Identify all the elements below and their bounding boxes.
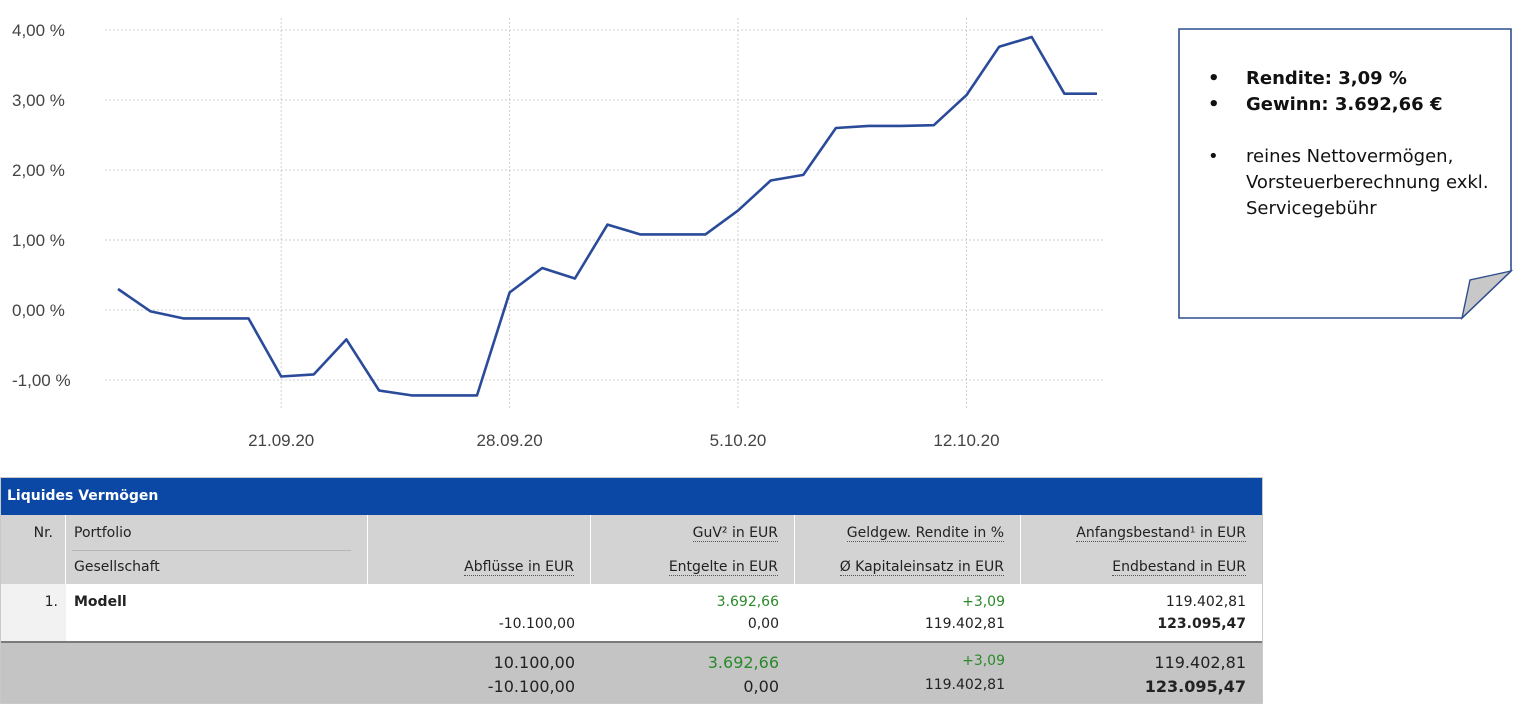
row-pnl: 3.692,66 xyxy=(716,594,779,610)
y-tick-label: 1,00 % xyxy=(12,231,65,250)
header-company-label[interactable]: Gesellschaft xyxy=(74,559,160,575)
cell-nr: 1. xyxy=(1,584,66,641)
summary-start: 119.402,81 xyxy=(1154,653,1246,672)
header-return: Geldgew. Rendite in % Ø Kapitaleinsatz i… xyxy=(795,515,1021,584)
table-title: Liquides Vermögen xyxy=(1,478,1262,515)
table-row[interactable]: 1. Modell -10.100,00 3.692,66 0,00 +3,09… xyxy=(1,584,1262,641)
row-start: 119.402,81 xyxy=(1165,594,1246,610)
y-tick-label: -1,00 % xyxy=(12,371,71,390)
header-balance: Anfangsbestand¹ in EUR Endbestand in EUR xyxy=(1021,515,1262,584)
cell-return: +3,09 119.402,81 xyxy=(795,584,1021,641)
summary-spacer xyxy=(1,643,368,703)
row-nr: 1. xyxy=(44,594,58,610)
summary-pnl-cell: 3.692,66 0,00 xyxy=(591,643,795,703)
row-fees: 0,00 xyxy=(747,616,779,632)
return-line-chart: 4,00 % 3,00 % 2,00 % 1,00 % 0,00 % -1,00 % 21… xyxy=(12,18,1105,450)
cell-portfolio: Modell xyxy=(66,584,368,641)
note-profit: Gewinn: 3.692,66 € xyxy=(1208,92,1498,118)
summary-capital: 119.402,81 xyxy=(924,677,1005,693)
liquid-assets-table: Liquides Vermögen Nr. Portfolio Gesellsc… xyxy=(0,477,1263,704)
table-header: Nr. Portfolio Gesellschaft Abflüsse in E… xyxy=(1,515,1262,584)
table-summary-row: 10.100,00 -10.100,00 3.692,66 0,00 +3,09… xyxy=(1,641,1262,703)
x-axis-ticks: 21.09.20 28.09.20 5.10.20 12.10.20 xyxy=(248,431,999,450)
y-axis-ticks: 4,00 % 3,00 % 2,00 % 1,00 % 0,00 % -1,00 % xyxy=(12,21,71,390)
header-start-label[interactable]: Anfangsbestand¹ in EUR xyxy=(1076,525,1246,542)
summary-inflows: 10.100,00 xyxy=(493,653,575,672)
x-tick-label: 21.09.20 xyxy=(248,431,314,450)
x-tick-label: 28.09.20 xyxy=(477,431,543,450)
header-capital-label[interactable]: Ø Kapitaleinsatz in EUR xyxy=(839,559,1004,576)
y-tick-label: 4,00 % xyxy=(12,21,65,40)
header-outflows-label[interactable]: Abflüsse in EUR xyxy=(464,559,574,576)
header-nr: Nr. xyxy=(1,515,66,584)
header-outflows: Abflüsse in EUR xyxy=(368,515,591,584)
note-description: reines Nettovermögen, Vorsteuerberechnun… xyxy=(1208,144,1498,222)
row-capital: 119.402,81 xyxy=(924,616,1005,632)
header-pnl: GuV² in EUR Entgelte in EUR xyxy=(591,515,795,584)
summary-outflows: -10.100,00 xyxy=(487,677,575,696)
cell-outflows: -10.100,00 xyxy=(368,584,591,641)
return-series-line xyxy=(117,35,1097,397)
summary-return: +3,09 xyxy=(962,653,1005,669)
summary-return-cell: +3,09 119.402,81 xyxy=(795,643,1021,703)
header-return-label[interactable]: Geldgew. Rendite in % xyxy=(846,525,1004,542)
chart-grid xyxy=(105,18,1105,410)
summary-fees: 0,00 xyxy=(743,677,779,696)
x-tick-label: 12.10.20 xyxy=(933,431,999,450)
y-tick-label: 2,00 % xyxy=(12,161,65,180)
note-list: Rendite: 3,09 % Gewinn: 3.692,66 € reine… xyxy=(1208,66,1498,222)
header-portfolio-label[interactable]: Portfolio xyxy=(74,525,132,541)
summary-end: 123.095,47 xyxy=(1144,677,1246,696)
header-fees-label[interactable]: Entgelte in EUR xyxy=(668,559,778,576)
row-outflows: -10.100,00 xyxy=(498,616,575,632)
row-portfolio-name[interactable]: Modell xyxy=(74,594,127,610)
row-end: 123.095,47 xyxy=(1157,616,1246,632)
row-return: +3,09 xyxy=(962,594,1005,610)
header-pnl-label[interactable]: GuV² in EUR xyxy=(692,525,778,542)
y-tick-label: 3,00 % xyxy=(12,91,65,110)
summary-note: Rendite: 3,09 % Gewinn: 3.692,66 € reine… xyxy=(1178,28,1514,322)
summary-balance-cell: 119.402,81 123.095,47 xyxy=(1021,643,1262,703)
header-portfolio: Portfolio Gesellschaft xyxy=(66,515,368,584)
cell-balance: 119.402,81 123.095,47 xyxy=(1021,584,1262,641)
summary-pnl: 3.692,66 xyxy=(707,653,779,672)
note-return: Rendite: 3,09 % xyxy=(1208,66,1498,92)
header-nr-label: Nr. xyxy=(33,525,53,541)
y-tick-label: 0,00 % xyxy=(12,301,65,320)
x-tick-label: 5.10.20 xyxy=(710,431,767,450)
cell-pnl: 3.692,66 0,00 xyxy=(591,584,795,641)
summary-flows: 10.100,00 -10.100,00 xyxy=(368,643,591,703)
header-end-label[interactable]: Endbestand in EUR xyxy=(1112,559,1246,576)
